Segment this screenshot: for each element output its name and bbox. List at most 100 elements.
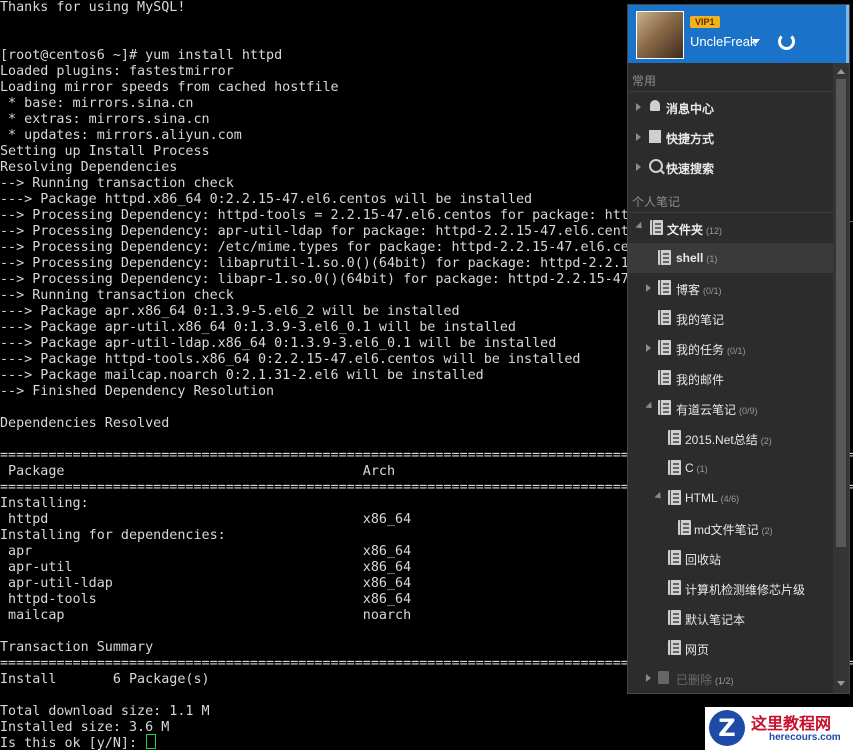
chevron-down-icon[interactable] — [752, 39, 760, 44]
notebook-icon — [678, 520, 691, 535]
terminal-line: --> Processing Dependency: apr-util-ldap… — [0, 224, 702, 239]
terminal-line: Setting up Install Process — [0, 144, 210, 159]
chevron-right-icon[interactable] — [636, 103, 641, 111]
bell-icon — [650, 100, 660, 111]
sidebar-item-md-notes[interactable]: md文件笔记 (2) — [628, 513, 833, 543]
sidebar-item-label: C (1) — [685, 461, 708, 475]
terminal-line: ---> Package apr-util-ldap.x86_64 0:1.3.… — [0, 336, 557, 351]
terminal-line: --> Running transaction check — [0, 176, 234, 191]
chevron-down-icon[interactable] — [645, 401, 655, 412]
sidebar-item-message-center[interactable]: 消息中心 — [628, 92, 833, 122]
sidebar-item-my-mail[interactable]: 我的邮件 — [628, 363, 833, 393]
watermark-url: herecours.com — [769, 732, 841, 743]
notebook-icon — [668, 460, 681, 475]
notebook-icon — [658, 400, 671, 415]
terminal-line: apr x86_64 — [0, 544, 412, 559]
sidebar-item-shell[interactable]: shell (1) — [628, 243, 833, 273]
watermark-site-name: 这里教程网 — [751, 714, 832, 733]
terminal-line: Installing for dependencies: — [0, 528, 226, 543]
sidebar-item-label: HTML (4/6) — [685, 491, 740, 505]
chevron-down-icon[interactable] — [654, 491, 664, 502]
sidebar-item-label: shell (1) — [676, 251, 718, 265]
sidebar-item-label: 我的邮件 — [676, 373, 725, 387]
chevron-right-icon[interactable] — [646, 284, 651, 292]
terminal-line: Install 6 Package(s) — [0, 672, 210, 687]
chevron-right-icon[interactable] — [636, 133, 641, 141]
terminal-line: * base: mirrors.sina.cn — [0, 96, 194, 111]
terminal-prompt-line[interactable]: Is this ok [y/N]: — [0, 734, 157, 750]
scrollbar[interactable] — [833, 63, 849, 693]
section-common-title: 常用 — [632, 74, 657, 88]
watermark-logo: Z — [709, 710, 745, 746]
confirm-prompt: Is this ok [y/N]: — [0, 736, 146, 750]
panel-header: VIP1 UncleFreak — [628, 5, 849, 63]
trash-icon — [658, 671, 669, 684]
terminal-line: Transaction Summary — [0, 640, 154, 655]
chevron-right-icon[interactable] — [636, 163, 641, 171]
sidebar-item-youdao-notes[interactable]: 有道云笔记 (0/9) — [628, 393, 833, 423]
sync-icon[interactable] — [778, 33, 795, 50]
terminal-line: Installing: — [0, 496, 89, 511]
terminal-line: * updates: mirrors.aliyun.com — [0, 128, 242, 143]
scroll-up-arrow-icon[interactable] — [837, 69, 845, 74]
sidebar-item-c[interactable]: C (1) — [628, 453, 833, 483]
sidebar-item-quick-search[interactable]: 快速搜索 — [628, 152, 833, 182]
username-menu[interactable]: UncleFreak — [690, 34, 756, 49]
terminal-line: ---> Package mailcap.noarch 0:2.1.31-2.e… — [0, 368, 484, 383]
sidebar-item-shortcuts[interactable]: 快捷方式 — [628, 122, 833, 152]
terminal-line: httpd-tools x86_64 — [0, 592, 412, 607]
text-cursor — [146, 734, 157, 749]
terminal-line: --> Processing Dependency: /etc/mime.typ… — [0, 240, 718, 255]
search-icon — [649, 159, 663, 173]
notebook-icon — [668, 640, 681, 655]
chevron-down-icon[interactable] — [635, 221, 645, 232]
notebook-icon — [668, 610, 681, 625]
sidebar-item-label: 回收站 — [685, 553, 722, 567]
terminal-line: ---> Package httpd-tools.x86_64 0:2.2.15… — [0, 352, 581, 367]
sidebar-item-2015-net[interactable]: 2015.Net总结 (2) — [628, 423, 833, 453]
sidebar-item-my-notes[interactable]: 我的笔记 — [628, 303, 833, 333]
sidebar-item-webpages[interactable]: 网页 — [628, 633, 833, 663]
notebook-icon — [658, 370, 671, 385]
sidebar-item-label: 2015.Net总结 (2) — [685, 433, 772, 447]
chevron-right-icon[interactable] — [646, 344, 651, 352]
chevron-right-icon[interactable] — [646, 674, 651, 682]
terminal-line: mailcap noarch — [0, 608, 412, 623]
sidebar-item-label: 博客 (0/1) — [676, 283, 722, 297]
sidebar-item-chip-repair[interactable]: 计算机检测维修芯片级 — [628, 573, 833, 603]
notebook-icon — [668, 490, 681, 505]
sidebar-item-label: 消息中心 — [666, 102, 715, 116]
terminal-line: Package Arch — [0, 464, 396, 479]
terminal-line: ---> Package httpd.x86_64 0:2.2.15-47.el… — [0, 192, 533, 207]
terminal-line: * extras: mirrors.sina.cn — [0, 112, 210, 127]
sidebar-item-deleted[interactable]: 已删除 (1/2) — [628, 663, 833, 693]
sidebar-item-label: 我的任务 (0/1) — [676, 343, 746, 357]
header-edge — [846, 5, 849, 63]
sidebar-item-folders[interactable]: 文件夹 (12) — [628, 213, 833, 243]
sidebar-item-label: 网页 — [685, 643, 710, 657]
site-watermark: Z 这里教程网 herecours.com — [705, 707, 853, 750]
note-panel: VIP1 UncleFreak 常用 消息中心 快捷方式 快速搜索 个人笔记 文… — [627, 4, 850, 694]
sidebar-item-label: 我的笔记 — [676, 313, 725, 327]
sidebar-item-label: 快速搜索 — [666, 162, 715, 176]
terminal-line: httpd x86_64 — [0, 512, 412, 527]
terminal-line: Dependencies Resolved — [0, 416, 170, 431]
sidebar-item-html[interactable]: HTML (4/6) — [628, 483, 833, 513]
terminal-line: apr-util x86_64 — [0, 560, 412, 575]
notebook-icon — [658, 340, 671, 355]
sidebar-item-default-notebook[interactable]: 默认笔记本 — [628, 603, 833, 633]
terminal-line: Loading mirror speeds from cached hostfi… — [0, 80, 339, 95]
sidebar-item-recycle-bin[interactable]: 回收站 — [628, 543, 833, 573]
terminal-line: Resolving Dependencies — [0, 160, 178, 175]
notebook-icon — [658, 310, 671, 325]
avatar[interactable] — [636, 11, 684, 59]
notebook-icon — [668, 430, 681, 445]
sidebar-item-my-tasks[interactable]: 我的任务 (0/1) — [628, 333, 833, 363]
notebook-icon — [650, 220, 663, 235]
shortcut-icon — [649, 130, 661, 143]
terminal-line: [root@centos6 ~]# yum install httpd — [0, 48, 283, 63]
notebook-icon — [668, 580, 681, 595]
scroll-down-arrow-icon[interactable] — [837, 681, 845, 686]
scrollbar-thumb[interactable] — [836, 79, 846, 547]
sidebar-item-blog[interactable]: 博客 (0/1) — [628, 273, 833, 303]
